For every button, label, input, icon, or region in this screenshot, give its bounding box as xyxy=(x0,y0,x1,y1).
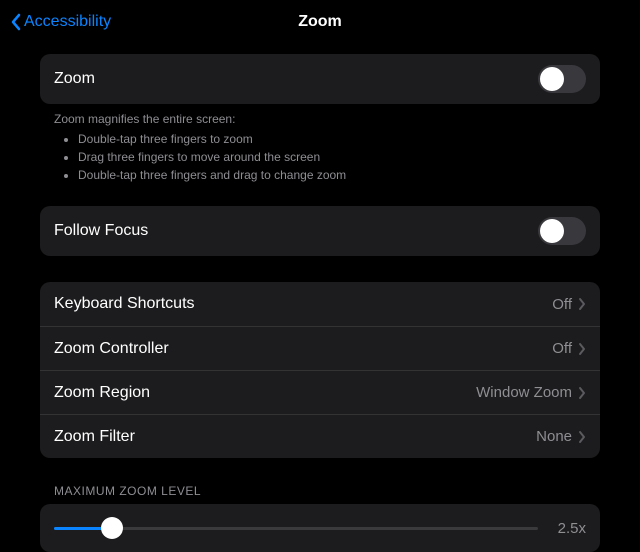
max-zoom-slider-group: 2.5x xyxy=(40,504,600,552)
toggle-knob xyxy=(540,67,564,91)
zoom-toggle-row: Zoom xyxy=(40,54,600,104)
row-label: Zoom Region xyxy=(54,384,150,402)
max-zoom-slider[interactable] xyxy=(54,516,538,540)
follow-focus-row: Follow Focus xyxy=(40,206,600,256)
follow-focus-group: Follow Focus xyxy=(40,206,600,256)
keyboard-shortcuts-row[interactable]: Keyboard Shortcuts Off xyxy=(40,282,600,326)
chevron-left-icon xyxy=(10,13,22,31)
chevron-right-icon xyxy=(578,386,586,400)
row-value: Window Zoom xyxy=(476,384,572,401)
toggle-knob xyxy=(540,219,564,243)
nav-header: Accessibility Zoom xyxy=(0,0,640,44)
slider-thumb[interactable] xyxy=(101,517,123,539)
options-group: Keyboard Shortcuts Off Zoom Controller O… xyxy=(40,282,600,458)
row-value: Off xyxy=(552,296,572,313)
max-zoom-header: MAXIMUM ZOOM LEVEL xyxy=(40,484,600,504)
row-label: Zoom Filter xyxy=(54,428,135,446)
zoom-help-intro: Zoom magnifies the entire screen: xyxy=(54,110,586,128)
zoom-controller-row[interactable]: Zoom Controller Off xyxy=(40,326,600,370)
zoom-filter-row[interactable]: Zoom Filter None xyxy=(40,414,600,458)
max-zoom-value: 2.5x xyxy=(552,520,586,537)
zoom-help-bullet: Double-tap three fingers to zoom xyxy=(78,130,586,148)
zoom-toggle[interactable] xyxy=(538,65,586,93)
chevron-right-icon xyxy=(578,297,586,311)
zoom-toggle-group: Zoom xyxy=(40,54,600,104)
row-value: None xyxy=(536,428,572,445)
zoom-toggle-label: Zoom xyxy=(54,70,95,88)
back-button[interactable]: Accessibility xyxy=(10,13,111,31)
row-value: Off xyxy=(552,340,572,357)
follow-focus-toggle[interactable] xyxy=(538,217,586,245)
zoom-help-bullet: Double-tap three fingers and drag to cha… xyxy=(78,166,586,184)
chevron-right-icon xyxy=(578,342,586,356)
chevron-right-icon xyxy=(578,430,586,444)
row-label: Zoom Controller xyxy=(54,340,169,358)
row-label: Keyboard Shortcuts xyxy=(54,295,195,313)
slider-track xyxy=(54,527,538,530)
zoom-help-bullet: Drag three fingers to move around the sc… xyxy=(78,148,586,166)
back-label: Accessibility xyxy=(24,13,111,31)
zoom-region-row[interactable]: Zoom Region Window Zoom xyxy=(40,370,600,414)
follow-focus-label: Follow Focus xyxy=(54,222,148,240)
zoom-help-text: Zoom magnifies the entire screen: Double… xyxy=(40,104,600,184)
